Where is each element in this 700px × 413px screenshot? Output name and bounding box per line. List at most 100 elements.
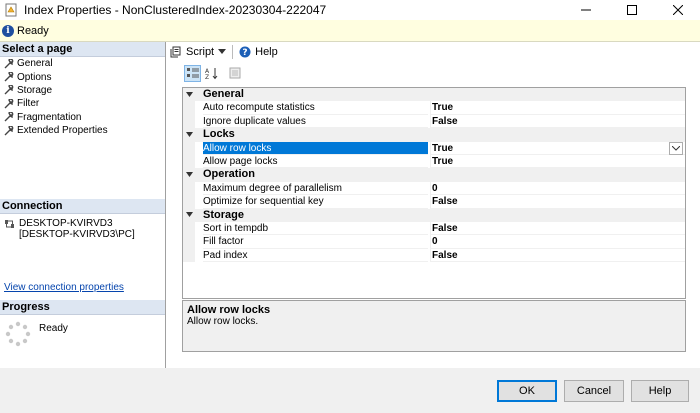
property-name: Pad index [203,249,428,263]
grid-property-row[interactable]: Allow page locks True [183,154,685,169]
help-button[interactable]: ? Help [239,46,278,58]
script-button[interactable]: Script [170,46,227,58]
grid-row-margin [183,221,195,236]
maximize-icon [627,5,637,15]
property-value[interactable]: False [430,195,685,209]
connection-user: [DESKTOP-KVIRVD3\PC] [19,229,135,240]
grid-property-row[interactable]: Auto recompute statistics True [183,101,685,115]
property-value[interactable]: True [430,141,685,155]
select-page-header: Select a page [0,42,165,57]
property-name: Allow page locks [203,155,428,169]
page-item-fragmentation[interactable]: Fragmentation [0,111,165,124]
grid-row-margin [183,235,195,249]
dialog-footer: OK Cancel Help [0,368,700,413]
svg-text:?: ? [243,48,248,58]
status-text: Ready [17,24,49,37]
grid-category-label: Locks [203,128,235,141]
close-button[interactable] [655,0,700,20]
toolbar-divider [232,45,234,59]
page-item-general[interactable]: General [0,57,165,70]
collapse-icon[interactable] [183,208,195,222]
grid-property-row[interactable]: Pad index False [183,248,685,263]
grid-category-label: Operation [203,168,255,181]
description-title: Allow row locks [187,304,271,316]
property-value[interactable]: False [430,114,685,129]
collapse-icon[interactable] [183,128,195,142]
wrench-icon [4,112,14,122]
cancel-button[interactable]: Cancel [564,380,624,402]
left-panel: Select a page General Options Storage Fi… [0,42,166,368]
grid-property-row[interactable]: Ignore duplicate values False [183,114,685,129]
page-item-extended-properties[interactable]: Extended Properties [0,124,165,137]
property-name: Maximum degree of parallelism [203,182,428,196]
property-name: Allow row locks [203,141,428,155]
collapse-icon[interactable] [183,88,195,102]
connection-server: DESKTOP-KVIRVD3 [19,218,113,229]
grid-category[interactable]: Storage [183,208,685,222]
status-bar: i Ready [0,20,700,42]
categorized-button[interactable] [184,64,201,82]
grid-property-row[interactable]: Maximum degree of parallelism 0 [183,181,685,196]
page-list: General Options Storage Filter Fragmenta… [0,57,165,137]
alphabetical-button[interactable]: AZ [203,65,220,82]
progress-section: Progress Ready [0,300,165,347]
grid-row-margin [183,154,195,169]
grid-row-margin [183,101,195,115]
grid-property-row[interactable]: Optimize for sequential key False [183,195,685,209]
grid-row-margin [183,181,195,196]
grid-category-label: Storage [203,208,244,221]
info-icon: i [2,24,14,37]
property-grid: General Auto recompute statistics True Igno… [182,87,686,299]
property-pages-button[interactable] [226,65,243,82]
wrench-icon [4,72,14,82]
chevron-down-icon [218,49,227,54]
svg-text:Z: Z [205,74,209,80]
property-value[interactable]: True [430,101,685,115]
grid-category[interactable]: General [183,88,685,102]
page-item-label: General [17,58,53,70]
connection-info: DESKTOP-KVIRVD3 [DESKTOP-KVIRVD3\PC] [0,218,165,240]
page-item-storage[interactable]: Storage [0,84,165,97]
grid-category[interactable]: Locks [183,128,685,142]
maximize-button[interactable] [609,0,655,20]
ok-button[interactable]: OK [497,380,557,402]
grid-property-row[interactable]: Fill factor 0 [183,235,685,249]
page-item-label: Storage [17,84,53,96]
page-item-filter[interactable]: Filter [0,97,165,110]
grid-row-margin [183,248,195,263]
view-connection-properties-link[interactable]: View connection properties [4,282,124,293]
grid-property-row[interactable]: Allow row locks True [183,141,685,155]
progress-status: Ready [39,323,68,334]
collapse-icon[interactable] [183,168,195,182]
page-item-label: Extended Properties [17,125,108,137]
property-name: Sort in tempdb [203,222,428,236]
property-pages-icon [229,67,240,79]
property-name: Ignore duplicate values [203,115,428,129]
property-name: Auto recompute statistics [203,101,428,115]
main-panel: Script ? Help AZ General Auto recompute s… [166,42,700,368]
minimize-button[interactable] [563,0,609,20]
property-value[interactable]: False [430,248,685,263]
property-value[interactable]: 0 [430,181,685,196]
property-value[interactable]: True [430,154,685,169]
page-item-options[interactable]: Options [0,70,165,83]
page-item-label: Filter [17,98,40,110]
window-title: Index Properties - NonClusteredIndex-202… [24,3,327,17]
minimize-icon [581,9,591,11]
property-name: Fill factor [203,235,428,249]
help-footer-button[interactable]: Help [631,380,689,402]
grid-category-label: General [203,88,244,100]
grid-category[interactable]: Operation [183,168,685,182]
description-panel: Allow row locks Allow row locks. [182,300,686,352]
value-dropdown-button[interactable] [669,141,683,155]
grid-property-row[interactable]: Sort in tempdb False [183,221,685,236]
toolbar: Script ? Help [166,42,700,62]
grid-row-margin [183,141,195,155]
wrench-icon [4,58,14,69]
connection-header: Connection [0,199,165,214]
property-value[interactable]: 0 [430,235,685,249]
property-value[interactable]: False [430,221,685,236]
app-icon [5,3,17,17]
grid-row-margin [183,195,195,209]
progress-spinner-icon [5,321,31,347]
